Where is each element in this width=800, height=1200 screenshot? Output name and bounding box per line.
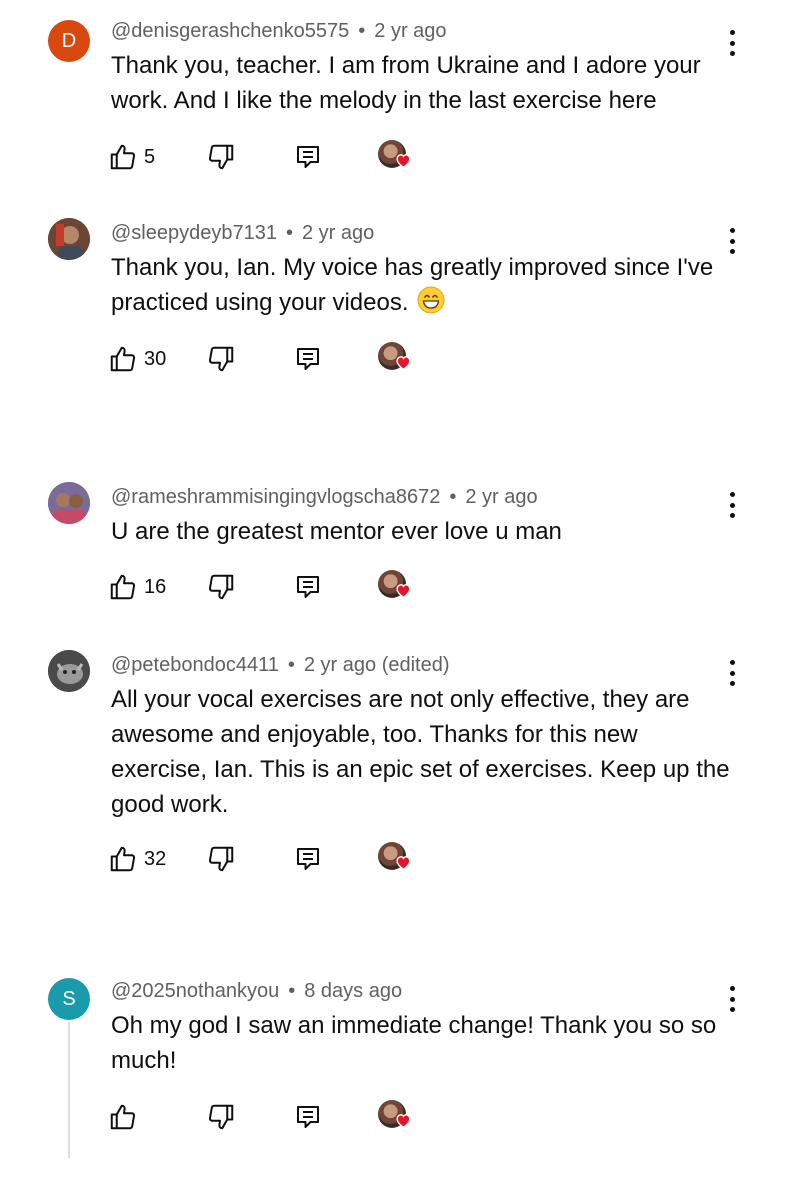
reply-comment-icon bbox=[297, 146, 319, 168]
meta-separator: • bbox=[288, 979, 296, 1002]
comment-text: U are the greatest mentor ever love u ma… bbox=[111, 518, 562, 545]
user-photo-icon bbox=[48, 650, 90, 692]
comment-meta: @2025nothankyou • 8 days ago bbox=[111, 978, 402, 1004]
comment-text: All your vocal exercises are not only ef… bbox=[111, 686, 730, 818]
user-photo-icon bbox=[48, 482, 90, 524]
reply-comment-icon bbox=[297, 348, 319, 370]
comment-time[interactable]: 2 yr ago bbox=[374, 20, 446, 43]
comment-author[interactable]: @denisgerashchenko5575 bbox=[111, 20, 349, 43]
comment-actions bbox=[108, 1100, 438, 1134]
creator-heart-badge bbox=[378, 570, 412, 604]
thumbs-up-icon bbox=[110, 1104, 136, 1130]
reply-button[interactable] bbox=[292, 1100, 324, 1134]
like-count: 30 bbox=[144, 347, 167, 370]
comment-time[interactable]: 2 yr ago bbox=[465, 486, 537, 509]
thumbs-down-icon bbox=[208, 846, 234, 872]
creator-heart-badge bbox=[378, 342, 412, 376]
comment-author[interactable]: @sleepydeyb7131 bbox=[111, 222, 277, 245]
avatar[interactable]: D bbox=[48, 20, 90, 62]
thumbs-down-icon bbox=[208, 1104, 234, 1130]
reply-comment-icon bbox=[297, 848, 319, 870]
reply-button[interactable] bbox=[292, 342, 324, 376]
comment-text: Oh my god I saw an immediate change! Tha… bbox=[111, 1012, 717, 1074]
reply-button[interactable] bbox=[292, 140, 324, 174]
meta-separator: • bbox=[287, 653, 295, 676]
thumbs-up-icon bbox=[110, 846, 136, 872]
comment-actions: 32 bbox=[108, 842, 438, 876]
meta-separator: • bbox=[285, 221, 293, 244]
like-button[interactable]: 16 bbox=[108, 570, 166, 604]
comment-meta: @rameshrammisingingvlogscha8672 • 2 yr a… bbox=[111, 484, 538, 510]
thumbs-up-icon bbox=[110, 574, 136, 600]
comment-author[interactable]: @rameshrammisingingvlogscha8672 bbox=[111, 486, 440, 509]
reply-thread-line bbox=[68, 1022, 70, 1158]
meta-separator: • bbox=[358, 19, 366, 42]
comment-meta: @denisgerashchenko5575 • 2 yr ago bbox=[111, 18, 447, 44]
reply-comment-icon bbox=[297, 576, 319, 598]
avatar[interactable] bbox=[48, 218, 90, 260]
like-button[interactable]: 30 bbox=[108, 342, 166, 376]
thumbs-up-icon bbox=[110, 346, 136, 372]
avatar[interactable] bbox=[48, 650, 90, 692]
comment-time[interactable]: 8 days ago bbox=[304, 980, 402, 1003]
heart-icon bbox=[396, 1114, 411, 1128]
heart-icon bbox=[396, 356, 411, 370]
avatar[interactable]: S bbox=[48, 978, 90, 1020]
heart-icon bbox=[396, 584, 411, 598]
dislike-button[interactable] bbox=[206, 1100, 236, 1134]
dislike-button[interactable] bbox=[206, 842, 236, 876]
grinning-face-emoji bbox=[417, 286, 444, 314]
heart-icon bbox=[396, 154, 411, 168]
like-count: 32 bbox=[144, 847, 167, 870]
like-button[interactable]: 5 bbox=[108, 140, 155, 174]
user-photo-icon bbox=[48, 218, 90, 260]
avatar-letter: S bbox=[62, 987, 76, 1010]
comment-actions: 5 bbox=[108, 140, 438, 174]
reply-button[interactable] bbox=[292, 842, 324, 876]
comment-text: Thank you, Ian. My voice has greatly imp… bbox=[111, 250, 731, 320]
comment-author[interactable]: @petebondoc4411 bbox=[111, 654, 279, 677]
like-count: 5 bbox=[144, 145, 156, 168]
comment-meta: @sleepydeyb7131 • 2 yr ago bbox=[111, 220, 374, 246]
like-button[interactable]: 32 bbox=[108, 842, 166, 876]
creator-heart-badge bbox=[378, 1100, 412, 1134]
creator-heart-badge bbox=[378, 140, 412, 174]
meta-separator: • bbox=[449, 485, 457, 508]
reply-button[interactable] bbox=[292, 570, 324, 604]
heart-icon bbox=[396, 856, 411, 870]
comment-time[interactable]: 2 yr ago bbox=[302, 222, 374, 245]
comment-text: Thank you, teacher. I am from Ukraine an… bbox=[111, 52, 701, 114]
avatar[interactable] bbox=[48, 482, 90, 524]
creator-heart-badge bbox=[378, 842, 412, 876]
avatar-letter: D bbox=[61, 29, 77, 52]
like-button[interactable] bbox=[108, 1100, 144, 1134]
thumbs-up-icon bbox=[110, 144, 136, 170]
dislike-button[interactable] bbox=[206, 140, 236, 174]
dislike-button[interactable] bbox=[206, 570, 236, 604]
comment-time[interactable]: 2 yr ago (edited) bbox=[304, 654, 450, 677]
comment-actions: 30 bbox=[108, 342, 438, 376]
comment-meta: @petebondoc4411 • 2 yr ago (edited) bbox=[111, 652, 450, 678]
thumbs-down-icon bbox=[208, 144, 234, 170]
dislike-button[interactable] bbox=[206, 342, 236, 376]
thumbs-down-icon bbox=[208, 574, 234, 600]
comment-text-content: Thank you, Ian. My voice has greatly imp… bbox=[111, 254, 714, 316]
comment-actions: 16 bbox=[108, 570, 438, 604]
comment-author[interactable]: @2025nothankyou bbox=[111, 980, 279, 1003]
like-count: 16 bbox=[144, 575, 167, 598]
reply-comment-icon bbox=[297, 1106, 319, 1128]
thumbs-down-icon bbox=[208, 346, 234, 372]
